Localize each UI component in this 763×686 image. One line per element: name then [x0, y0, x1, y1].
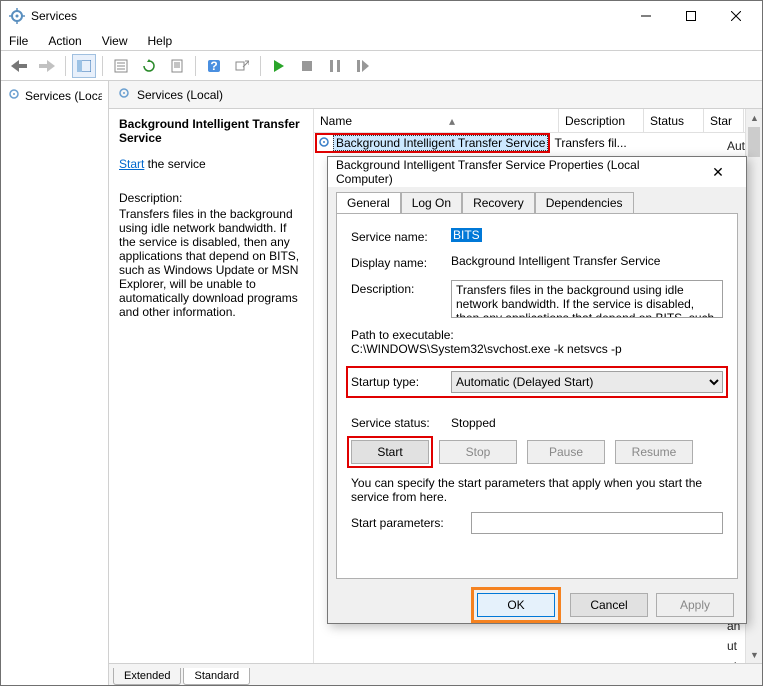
column-name[interactable]: Name ▴: [314, 109, 559, 132]
help-button[interactable]: ?: [202, 54, 226, 78]
vertical-scrollbar[interactable]: ▲ ▼: [745, 109, 762, 663]
svg-text:?: ?: [210, 59, 217, 73]
export-list-button[interactable]: [109, 54, 133, 78]
path-value: C:\WINDOWS\System32\svchost.exe -k netsv…: [351, 342, 723, 356]
scroll-down-icon[interactable]: ▼: [746, 646, 762, 663]
cancel-button[interactable]: Cancel: [570, 593, 648, 617]
service-name-label: Service name:: [351, 228, 451, 244]
start-service-link[interactable]: Start: [119, 157, 144, 171]
services-window: Services File Action View Help ?: [0, 0, 763, 686]
tab-general[interactable]: General: [336, 192, 401, 214]
row-description: Transfers fil...: [548, 134, 633, 152]
services-app-icon: [9, 8, 25, 24]
minimize-button[interactable]: [623, 2, 668, 30]
gear-icon: [117, 86, 131, 103]
description-label: Description:: [119, 191, 303, 205]
tab-recovery[interactable]: Recovery: [462, 192, 535, 214]
start-params-help: You can specify the start parameters tha…: [351, 476, 723, 504]
dialog-titlebar[interactable]: Background Intelligent Transfer Service …: [328, 157, 746, 187]
menu-action[interactable]: Action: [46, 32, 83, 50]
toolbar: ?: [1, 51, 762, 81]
row-name: Background Intelligent Transfer Service: [333, 135, 548, 151]
scroll-up-icon[interactable]: ▲: [746, 109, 762, 126]
tab-logon[interactable]: Log On: [401, 192, 462, 214]
refresh-button[interactable]: [137, 54, 161, 78]
description-text: Transfers files in the background using …: [119, 207, 303, 319]
list-row-selected[interactable]: Background Intelligent Transfer Service …: [314, 133, 762, 153]
service-status-value: Stopped: [451, 416, 496, 430]
display-name-label: Display name:: [351, 254, 451, 270]
close-button[interactable]: [713, 2, 758, 30]
properties-dialog: Background Intelligent Transfer Service …: [327, 156, 747, 624]
properties-button[interactable]: [165, 54, 189, 78]
column-status[interactable]: Status: [644, 109, 704, 132]
description-textbox[interactable]: Transfers files in the background using …: [451, 280, 723, 318]
selected-service-name: Background Intelligent Transfer Service: [119, 117, 303, 145]
start-button[interactable]: Start: [351, 440, 429, 464]
start-params-label: Start parameters:: [351, 516, 471, 530]
startup-type-row: Startup type: Automatic (Delayed Start): [348, 368, 726, 396]
start-service-button[interactable]: [267, 54, 291, 78]
menu-help[interactable]: Help: [146, 32, 175, 50]
back-button[interactable]: [7, 54, 31, 78]
forward-button[interactable]: [35, 54, 59, 78]
tree-pane[interactable]: Services (Local): [1, 81, 109, 685]
link-button[interactable]: [230, 54, 254, 78]
dialog-tabs: General Log On Recovery Dependencies: [328, 187, 746, 213]
row-startup: [693, 134, 733, 152]
path-label: Path to executable:: [351, 328, 723, 342]
resume-button: Resume: [615, 440, 693, 464]
tree-root-item[interactable]: Services (Local): [1, 85, 108, 106]
tab-standard[interactable]: Standard: [183, 668, 250, 685]
gear-icon: [7, 87, 21, 104]
dialog-close-button[interactable]: ✕: [698, 164, 738, 181]
pause-button: Pause: [527, 440, 605, 464]
dialog-button-row: OK Cancel Apply: [328, 587, 746, 623]
maximize-button[interactable]: [668, 2, 713, 30]
pause-service-button[interactable]: [323, 54, 347, 78]
startup-type-label: Startup type:: [351, 375, 451, 389]
ok-button[interactable]: OK: [477, 593, 555, 617]
scroll-thumb[interactable]: [748, 127, 760, 157]
menu-file[interactable]: File: [7, 32, 30, 50]
window-title: Services: [31, 9, 623, 23]
service-name-value[interactable]: BITS: [451, 228, 482, 242]
bottom-tabs: Extended Standard: [109, 663, 762, 685]
start-params-input[interactable]: [471, 512, 723, 534]
list-header: Name ▴ Description Status Star: [314, 109, 762, 133]
stop-button: Stop: [439, 440, 517, 464]
tab-dependencies[interactable]: Dependencies: [535, 192, 634, 214]
restart-service-button[interactable]: [351, 54, 375, 78]
detail-pane: Background Intelligent Transfer Service …: [109, 109, 314, 663]
description-field-label: Description:: [351, 280, 451, 296]
service-status-label: Service status:: [351, 416, 451, 430]
pane-header: Services (Local): [109, 81, 762, 109]
tree-root-label: Services (Local): [25, 89, 102, 103]
show-hide-tree-button[interactable]: [72, 54, 96, 78]
column-name-label: Name: [320, 114, 352, 128]
service-row-icon: [317, 135, 333, 151]
menu-view[interactable]: View: [100, 32, 130, 50]
startup-type-select[interactable]: Automatic (Delayed Start): [451, 371, 723, 393]
tab-panel-general: Service name: BITS Display name: Backgro…: [336, 213, 738, 579]
apply-button: Apply: [656, 593, 734, 617]
titlebar[interactable]: Services: [1, 1, 762, 31]
pane-header-label: Services (Local): [137, 88, 223, 102]
stop-service-button[interactable]: [295, 54, 319, 78]
sort-asc-icon: ▴: [449, 114, 455, 128]
tab-extended[interactable]: Extended: [113, 668, 181, 685]
display-name-value: Background Intelligent Transfer Service: [451, 254, 723, 268]
column-description[interactable]: Description: [559, 109, 644, 132]
menubar: File Action View Help: [1, 31, 762, 51]
row-status: [633, 134, 693, 152]
start-suffix: the service: [144, 157, 205, 171]
column-startup[interactable]: Star: [704, 109, 744, 132]
dialog-title: Background Intelligent Transfer Service …: [336, 158, 698, 186]
